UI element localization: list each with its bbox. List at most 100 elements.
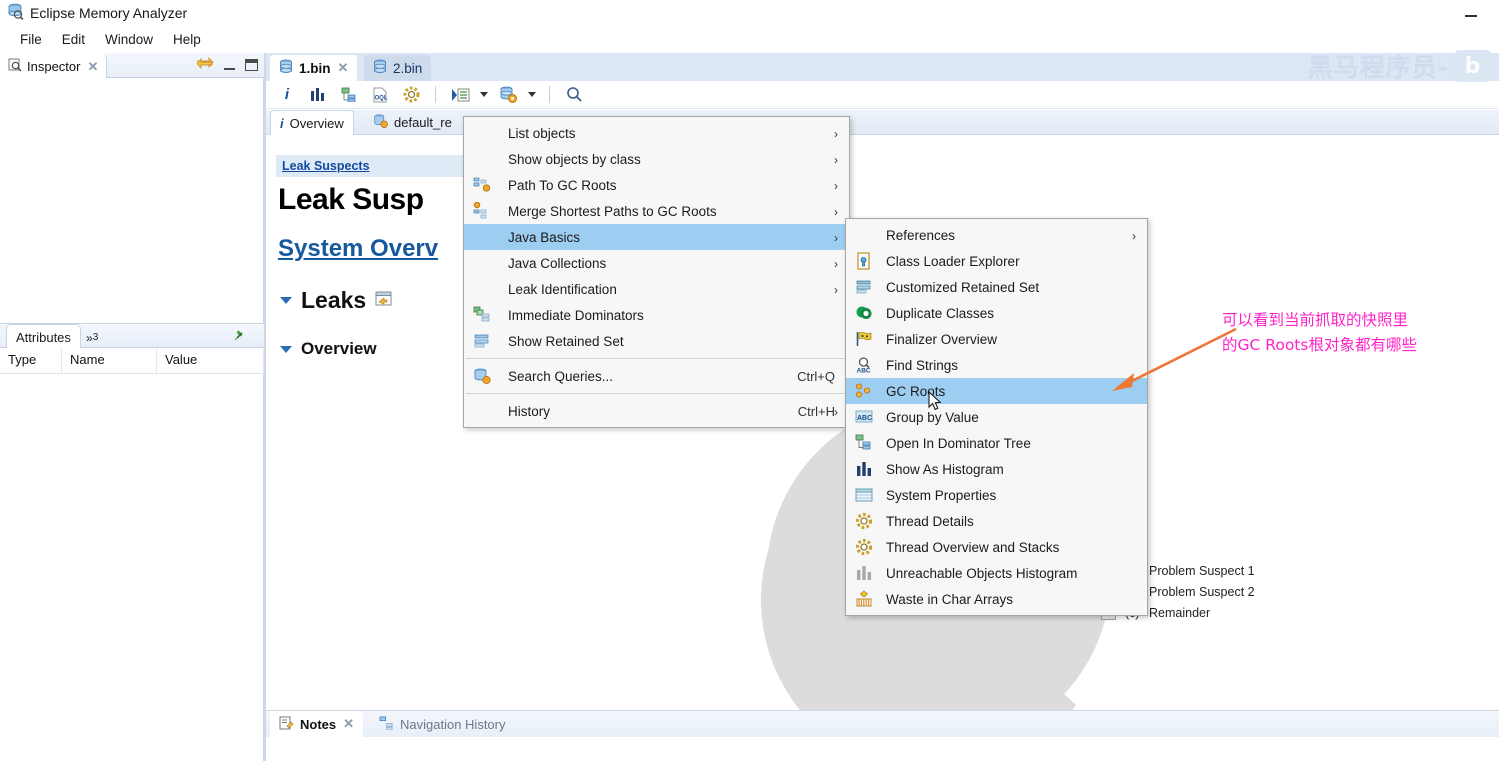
column-header-name[interactable]: Name: [62, 348, 157, 374]
search-button[interactable]: [563, 84, 585, 106]
menu-item-label: Unreachable Objects Histogram: [886, 565, 1078, 581]
menu-item-label: References: [886, 227, 956, 243]
annotation-line-2: 的GC Roots根对象都有哪些: [1222, 336, 1417, 354]
customized-retained-set-icon: [855, 278, 873, 296]
breadcrumb-leak-suspects[interactable]: Leak Suspects: [282, 159, 370, 173]
histogram-icon: [855, 460, 873, 478]
notes-icon: [279, 716, 294, 733]
system-properties-icon: [855, 486, 873, 504]
submenu-item-thread-overview-and-stacks[interactable]: Thread Overview and Stacks: [846, 534, 1147, 560]
menu-file[interactable]: File: [10, 30, 52, 49]
watermark-text: 黑马程序员-: [1307, 53, 1449, 82]
menu-item-search-queries[interactable]: Search Queries... Ctrl+Q: [464, 363, 849, 389]
tab-attributes[interactable]: Attributes: [6, 324, 81, 349]
submenu-item-class-loader-explorer[interactable]: Class Loader Explorer: [846, 248, 1147, 274]
waste-char-arrays-icon: [855, 590, 873, 608]
histogram-button[interactable]: [307, 84, 329, 106]
chevron-down-icon[interactable]: [280, 297, 292, 304]
chevron-down-icon[interactable]: [280, 345, 292, 353]
open-window-icon[interactable]: [375, 291, 393, 310]
column-header-value[interactable]: Value: [157, 348, 264, 374]
submenu-item-duplicate-classes[interactable]: Duplicate Classes: [846, 300, 1147, 326]
submenu-item-references[interactable]: References ›: [846, 222, 1147, 248]
tab-more-views[interactable]: » 3: [86, 326, 98, 349]
inspector-minimize-icon[interactable]: [224, 61, 235, 70]
dominator-tree-icon: [855, 434, 873, 452]
attributes-table-body: [0, 374, 264, 761]
submenu-item-unreachable-objects-histogram[interactable]: Unreachable Objects Histogram: [846, 560, 1147, 586]
minimize-button[interactable]: [1461, 4, 1481, 22]
tab-navigation-history[interactable]: Navigation History: [370, 711, 515, 737]
submenu-item-finalizer-overview[interactable]: Finalizer Overview: [846, 326, 1147, 352]
menu-item-accelerator: Ctrl+H: [797, 403, 835, 419]
chevron-right-icon: ›: [834, 257, 838, 271]
navigation-history-icon: [379, 716, 394, 733]
submenu-item-system-properties[interactable]: System Properties: [846, 482, 1147, 508]
editor-tab-close-icon[interactable]: ✕: [338, 60, 349, 76]
menu-separator: [466, 358, 847, 359]
inner-tab-label: default_re: [394, 115, 452, 130]
link-arrows-icon[interactable]: [196, 56, 214, 74]
notes-body[interactable]: [266, 737, 1499, 761]
system-overview-link[interactable]: System Overv: [278, 235, 438, 263]
editor-tab-2bin[interactable]: 2.bin: [364, 55, 432, 81]
menu-separator: [466, 393, 847, 394]
thread-overview-button[interactable]: [400, 84, 422, 106]
menu-item-label: Java Collections: [508, 255, 607, 271]
menu-item-label: Thread Details: [886, 513, 974, 529]
context-menu-queries[interactable]: List objects › Show objects by class › P…: [463, 116, 850, 428]
menu-item-label: Class Loader Explorer: [886, 253, 1020, 269]
submenu-item-customized-retained-set[interactable]: Customized Retained Set: [846, 274, 1147, 300]
menu-item-immediate-dominators[interactable]: Immediate Dominators: [464, 302, 849, 328]
query-browser-dropdown-icon[interactable]: [528, 92, 536, 97]
menu-item-show-objects-by-class[interactable]: Show objects by class ›: [464, 146, 849, 172]
menu-item-label: Immediate Dominators: [508, 307, 644, 323]
tab-inspector[interactable]: Inspector ✕: [0, 53, 108, 78]
menu-item-path-to-gc-roots[interactable]: Path To GC Roots ›: [464, 172, 849, 198]
menu-item-java-basics[interactable]: Java Basics ›: [464, 224, 849, 250]
section-leaks[interactable]: Leaks: [280, 287, 393, 314]
menu-item-history[interactable]: History Ctrl+H ›: [464, 398, 849, 424]
open-report-button[interactable]: [449, 84, 471, 106]
column-header-type[interactable]: Type: [0, 348, 62, 374]
tab-notes[interactable]: Notes ✕: [270, 711, 364, 737]
inner-tab-overview[interactable]: i Overview: [270, 110, 354, 135]
bottom-tab-label: Navigation History: [400, 716, 506, 732]
overview-info-button[interactable]: i: [276, 84, 298, 106]
menu-item-label: Merge Shortest Paths to GC Roots: [508, 203, 717, 219]
oql-button[interactable]: OQL: [369, 84, 391, 106]
menu-item-java-collections[interactable]: Java Collections ›: [464, 250, 849, 276]
dominator-tree-button[interactable]: [338, 84, 360, 106]
chevron-right-icon: ›: [834, 127, 838, 141]
query-browser-button[interactable]: [497, 84, 519, 106]
inspector-maximize-icon[interactable]: [245, 59, 258, 71]
submenu-item-open-in-dominator-tree[interactable]: Open In Dominator Tree: [846, 430, 1147, 456]
menu-help[interactable]: Help: [163, 30, 211, 49]
pin-icon[interactable]: [233, 329, 246, 345]
chevron-right-icon: ›: [834, 231, 838, 245]
menu-window[interactable]: Window: [95, 30, 163, 49]
open-report-dropdown-icon[interactable]: [480, 92, 488, 97]
submenu-item-waste-in-char-arrays[interactable]: Waste in Char Arrays: [846, 586, 1147, 612]
menu-item-merge-shortest-paths[interactable]: Merge Shortest Paths to GC Roots ›: [464, 198, 849, 224]
menu-item-leak-identification[interactable]: Leak Identification ›: [464, 276, 849, 302]
menu-edit[interactable]: Edit: [52, 30, 95, 49]
menu-item-list-objects[interactable]: List objects ›: [464, 120, 849, 146]
submenu-item-thread-details[interactable]: Thread Details: [846, 508, 1147, 534]
submenu-item-gc-roots[interactable]: GC Roots: [846, 378, 1147, 404]
submenu-item-find-strings[interactable]: ABC Find Strings: [846, 352, 1147, 378]
submenu-java-basics[interactable]: References › Class Loader Explorer Custo…: [845, 218, 1148, 616]
menu-item-label: GC Roots: [886, 383, 946, 399]
menu-item-label: Duplicate Classes: [886, 305, 995, 321]
menu-item-show-retained-set[interactable]: Show Retained Set: [464, 328, 849, 354]
notes-close-icon[interactable]: ✕: [343, 716, 354, 732]
menu-item-label: Open In Dominator Tree: [886, 435, 1031, 451]
submenu-item-show-as-histogram[interactable]: Show As Histogram: [846, 456, 1147, 482]
inspector-close-icon[interactable]: ✕: [87, 59, 98, 75]
chevron-right-icon: ›: [834, 205, 838, 219]
section-overview[interactable]: Overview: [280, 339, 377, 359]
inner-tab-default-report[interactable]: default_re: [364, 110, 461, 135]
submenu-item-group-by-value[interactable]: ABC Group by Value: [846, 404, 1147, 430]
inspector-panel-tools: [196, 56, 258, 74]
editor-tab-1bin[interactable]: 1.bin ✕: [270, 55, 358, 81]
